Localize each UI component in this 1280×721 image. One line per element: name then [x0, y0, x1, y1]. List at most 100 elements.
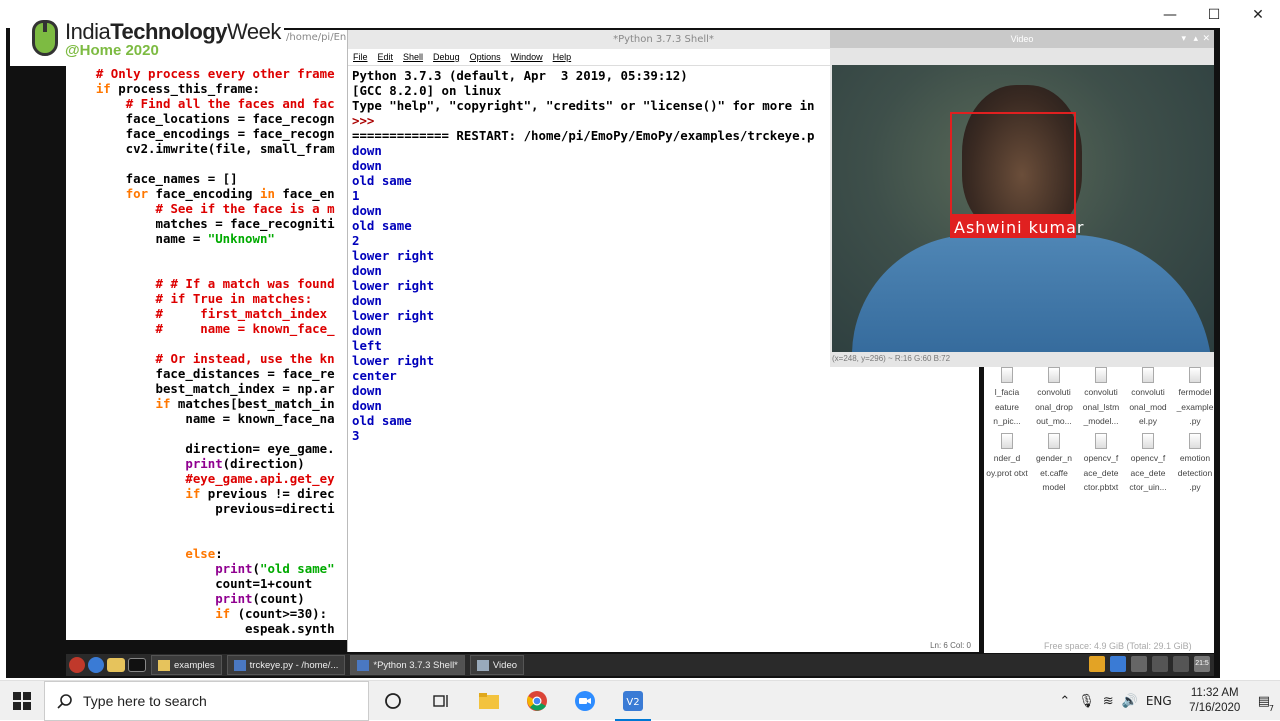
language-indicator[interactable]: ENG: [1146, 694, 1172, 708]
task-editor[interactable]: trckeye.py - /home/...: [226, 655, 346, 675]
menu-help[interactable]: Help: [553, 52, 572, 62]
free-space-status: Free space: 4.9 GiB (Total: 29.1 GiB): [1044, 641, 1192, 651]
shell-output-line: lower right: [352, 308, 435, 323]
menu-file[interactable]: File: [353, 52, 368, 62]
code-token: count=1+count: [66, 576, 313, 591]
mouse-logo-icon: [32, 20, 58, 56]
file-item[interactable]: emotion detection .py: [1172, 433, 1218, 495]
shell-output-line: [GCC 8.2.0] on linux: [352, 83, 502, 98]
file-icon: [1095, 433, 1107, 449]
folder-icon: [479, 692, 499, 709]
file-icon: [1001, 367, 1013, 383]
notification-icon[interactable]: ▤ 7: [1258, 694, 1274, 713]
terminal-icon[interactable]: [128, 658, 146, 672]
windows-logo-icon: [13, 691, 31, 710]
file-item[interactable]: convoluti onal_mod el.py: [1125, 367, 1171, 429]
menu-debug[interactable]: Debug: [433, 52, 460, 62]
code-token: if: [95, 81, 111, 96]
file-item[interactable]: convoluti onal_lstm _model...: [1078, 367, 1124, 429]
clock[interactable]: 11:32 AM 7/16/2020: [1180, 686, 1250, 716]
file-item[interactable]: opencv_f ace_dete ctor.pbtxt: [1078, 433, 1124, 495]
microphone-icon[interactable]: 🎙: [1078, 694, 1095, 709]
cortana-circle-icon: [385, 692, 401, 709]
menu-shell[interactable]: Shell: [403, 52, 423, 62]
code-token: previous != direc: [200, 486, 335, 501]
file-item[interactable]: fermodel _example .py: [1172, 367, 1218, 429]
python-icon: [233, 659, 246, 671]
zoom-button[interactable]: [561, 681, 609, 721]
shell-output-line: 1: [352, 188, 360, 203]
file-item[interactable]: opencv_f ace_dete ctor_uin...: [1125, 433, 1171, 495]
code-token: # if True in matches:: [155, 291, 313, 306]
chrome-button[interactable]: [513, 681, 561, 721]
menu-window[interactable]: Window: [511, 52, 543, 62]
volume-icon[interactable]: [1173, 656, 1189, 672]
close-button[interactable]: ✕: [1236, 0, 1280, 30]
shell-output-line: down: [352, 263, 382, 278]
search-icon: [57, 693, 72, 709]
code-editor-window[interactable]: /home/pi/En # Only process every other f…: [66, 30, 350, 640]
code-token: # See if the face is a m: [155, 201, 335, 216]
maximize-button[interactable]: ☐: [1192, 0, 1236, 30]
menu-edit[interactable]: Edit: [378, 52, 394, 62]
editor-title: /home/pi/En: [286, 32, 347, 43]
logo-subtitle: @Home 2020: [65, 42, 159, 59]
chrome-icon: [527, 690, 547, 711]
shell-output-line: Python 3.7.3 (default, Apr 3 2019, 05:39…: [352, 68, 688, 83]
video-window[interactable]: Video ▾ ▴ ✕ Ashwini kumar (x=248, y=296)…: [830, 30, 1214, 367]
code-token: espeak.synth: [66, 621, 335, 636]
task-shell[interactable]: *Python 3.7.3 Shell*: [350, 655, 465, 675]
file-name: fermodel _example .py: [1176, 387, 1214, 426]
raspberry-menu-icon[interactable]: [69, 657, 85, 673]
cortana-button[interactable]: [369, 681, 417, 721]
video-minimize-icon[interactable]: ▾: [1181, 30, 1186, 48]
file-icon: [1189, 367, 1201, 383]
shell-output-line: 2: [352, 233, 360, 248]
chevron-up-icon[interactable]: ⌃: [1059, 694, 1070, 709]
vnc-icon[interactable]: [1110, 656, 1126, 672]
file-item[interactable]: nder_d oy.prot otxt: [984, 433, 1030, 480]
video-maximize-icon[interactable]: ▴: [1193, 30, 1198, 48]
code-area[interactable]: # Only process every other frame if proc…: [66, 66, 335, 636]
code-token: "old same": [259, 561, 335, 576]
notification-count: 7: [1268, 703, 1274, 713]
code-line: print(count): [66, 591, 335, 606]
code-line: previous=directi: [66, 501, 335, 516]
code-token: face_encodings = face_recogn: [66, 126, 335, 141]
python-icon: [357, 659, 370, 671]
file-name: emotion detection .py: [1177, 453, 1213, 492]
file-explorer-button[interactable]: [465, 681, 513, 721]
vnc-viewer-button[interactable]: V2: [609, 681, 657, 721]
file-item[interactable]: l_facia eature n_pic...: [984, 367, 1030, 429]
task-video[interactable]: Video: [469, 655, 525, 675]
shell-output-line: old same: [352, 173, 412, 188]
bluetooth-icon[interactable]: [1131, 656, 1147, 672]
video-close-icon[interactable]: ✕: [1202, 30, 1210, 48]
app-tray-icon[interactable]: [1089, 656, 1105, 672]
event-logo: IndiaTechnologyWeek @Home 2020: [10, 10, 284, 66]
search-box[interactable]: Type here to search: [44, 680, 369, 721]
shell-output[interactable]: Python 3.7.3 (default, Apr 3 2019, 05:39…: [352, 68, 815, 443]
task-view-button[interactable]: [417, 681, 465, 721]
code-token: previous=directi: [66, 501, 335, 516]
volume-icon[interactable]: 🔊: [1122, 694, 1138, 709]
file-name: l_facia eature n_pic...: [993, 387, 1021, 426]
system-tray: ⌃ 🎙 ≋ 🔊 ENG 11:32 AM 7/16/2020 ▤ 7: [1059, 681, 1280, 721]
task-examples[interactable]: examples: [151, 655, 222, 675]
wifi-icon[interactable]: [1152, 656, 1168, 672]
minimize-button[interactable]: —: [1148, 0, 1192, 30]
file-item[interactable]: convoluti onal_drop out_mo...: [1031, 367, 1077, 429]
start-button[interactable]: [0, 681, 44, 721]
code-line: cv2.imwrite(file, small_fram: [66, 141, 335, 156]
file-item[interactable]: gender_n et.caffe model: [1031, 433, 1077, 495]
menu-options[interactable]: Options: [470, 52, 501, 62]
browser-icon[interactable]: [88, 657, 104, 673]
raspbian-tray: 21:5: [1089, 656, 1210, 672]
file-manager-icon[interactable]: [107, 658, 125, 672]
wifi-icon[interactable]: ≋: [1103, 694, 1114, 709]
